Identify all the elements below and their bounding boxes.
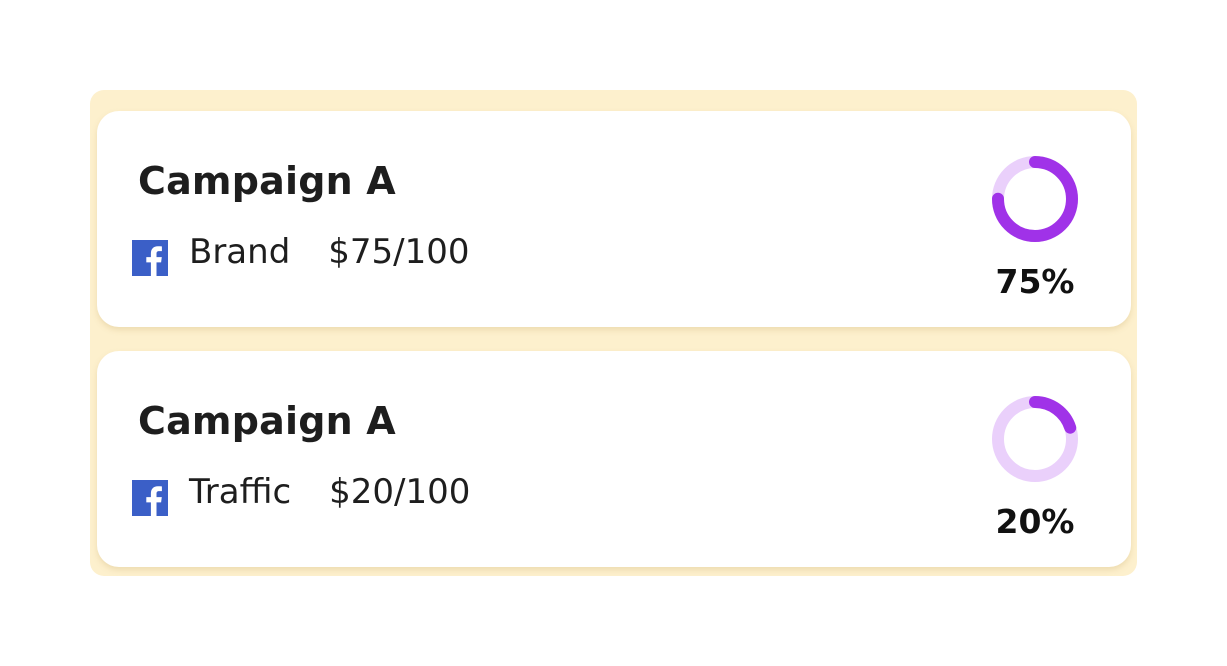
- campaign-title: Campaign A: [138, 399, 396, 443]
- campaign-meta: Brand $75/100: [132, 227, 470, 277]
- progress-percent: 75%: [995, 262, 1075, 301]
- campaign-type: Brand: [189, 232, 291, 272]
- campaign-budget: $75/100: [328, 232, 470, 272]
- campaign-card[interactable]: Campaign A Traffic $20/100 20%: [97, 351, 1131, 567]
- campaign-meta: Traffic $20/100: [132, 467, 470, 517]
- campaign-card[interactable]: Campaign A Brand $75/100 75%: [97, 111, 1131, 327]
- facebook-icon: [132, 240, 168, 276]
- progress-percent: 20%: [995, 502, 1075, 541]
- progress-ring: [992, 396, 1078, 482]
- campaign-title: Campaign A: [138, 159, 396, 203]
- campaign-budget: $20/100: [329, 472, 471, 512]
- progress-ring: [992, 156, 1078, 242]
- campaign-type: Traffic: [189, 472, 292, 512]
- facebook-icon: [132, 480, 168, 516]
